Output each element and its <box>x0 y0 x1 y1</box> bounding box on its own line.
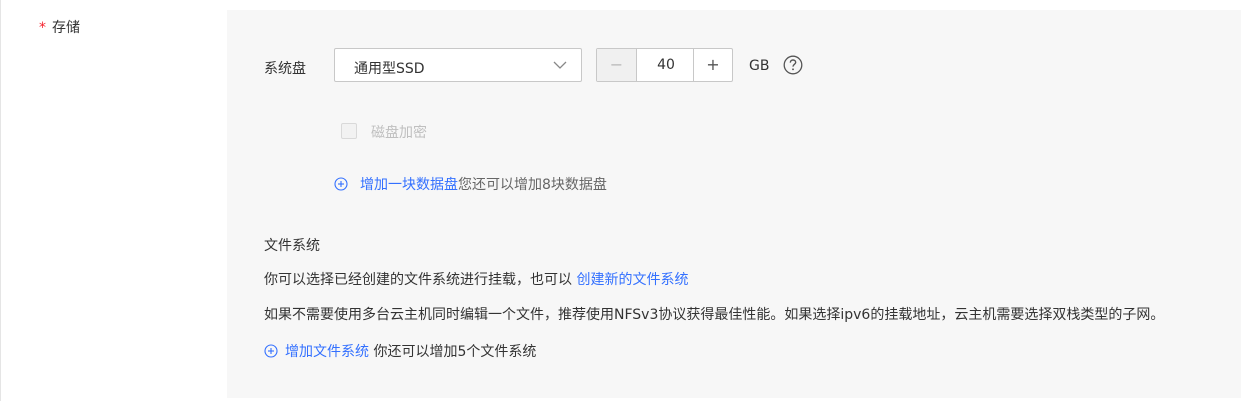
file-system-title: 文件系统 <box>264 238 320 254</box>
storage-label: * 存储 <box>39 17 80 37</box>
disk-size-stepper: − 40 + <box>596 48 733 82</box>
plus-circle-icon[interactable] <box>264 344 278 358</box>
help-icon[interactable] <box>783 55 803 75</box>
encryption-label: 磁盘加密 <box>371 125 427 141</box>
disk-size-input[interactable]: 40 <box>637 49 695 81</box>
chevron-down-icon <box>553 61 567 69</box>
size-unit: GB <box>749 58 770 74</box>
add-file-system-hint: 你还可以增加5个文件系统 <box>373 344 537 360</box>
disk-type-value: 通用型SSD <box>354 61 425 77</box>
file-system-desc-text: 你可以选择已经创建的文件系统进行挂载，也可以 <box>264 272 572 288</box>
file-system-desc: 你可以选择已经创建的文件系统进行挂载，也可以 创建新的文件系统 <box>264 269 688 289</box>
left-border <box>0 0 1 401</box>
add-file-system-link[interactable]: 增加文件系统 <box>285 344 369 360</box>
plus-circle-icon[interactable] <box>334 177 348 191</box>
system-disk-label: 系统盘 <box>264 61 306 77</box>
decrement-button[interactable]: − <box>597 49 637 81</box>
encryption-checkbox[interactable] <box>341 123 357 139</box>
file-system-note: 如果不需要使用多台云主机同时编辑一个文件，推荐使用NFSv3协议获得最佳性能。如… <box>264 307 1165 323</box>
add-file-system-row: 增加文件系统 你还可以增加5个文件系统 <box>264 341 536 361</box>
add-data-disk-link[interactable]: 增加一块数据盘 <box>360 177 458 193</box>
required-mark: * <box>39 20 46 36</box>
disk-type-select[interactable]: 通用型SSD <box>334 48 582 82</box>
increment-button[interactable]: + <box>693 49 732 81</box>
create-file-system-link[interactable]: 创建新的文件系统 <box>576 272 688 288</box>
add-data-disk-row: 增加一块数据盘您还可以增加8块数据盘 <box>334 174 607 194</box>
storage-label-text: 存储 <box>52 20 80 36</box>
add-data-disk-hint: 您还可以增加8块数据盘 <box>458 177 607 193</box>
